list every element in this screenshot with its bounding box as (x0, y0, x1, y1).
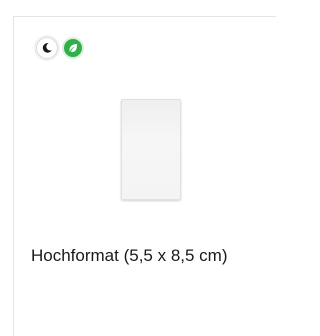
format-preview (121, 99, 181, 200)
leaf-icon-graphic (69, 44, 77, 52)
moon-icon-graphic (42, 43, 52, 53)
format-title: Hochformat (5,5 x 8,5 cm) (31, 246, 228, 265)
portrait-card-preview (121, 99, 181, 200)
leaf-icon (62, 37, 84, 59)
badge-row (36, 37, 84, 59)
product-option-card[interactable]: Hochformat (5,5 x 8,5 cm) (13, 16, 276, 336)
moon-icon (36, 37, 58, 59)
